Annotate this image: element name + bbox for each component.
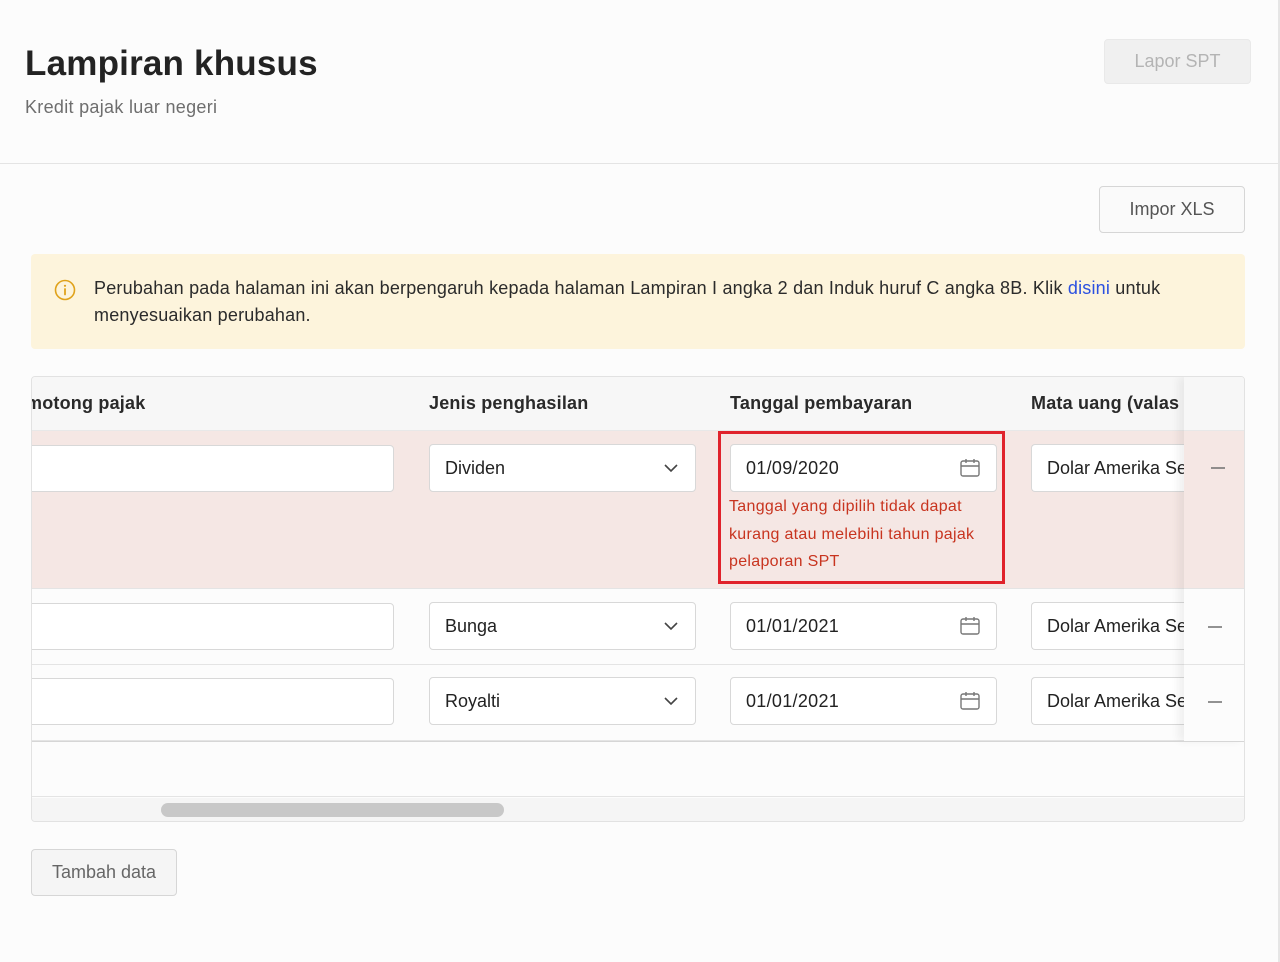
row-action-cell — [1184, 431, 1244, 589]
row-actions-header — [1184, 377, 1244, 431]
column-header-mata-uang: Mata uang (valas — [1031, 393, 1180, 413]
jenis-select[interactable]: Dividen — [429, 444, 696, 492]
page-title: Lampiran khusus — [25, 44, 318, 83]
column-header-jenis: Jenis penghasilan — [429, 393, 589, 413]
impor-xls-button[interactable]: Impor XLS — [1099, 186, 1245, 233]
tanggal-date-input[interactable]: 01/01/2021 — [730, 602, 997, 650]
tanggal-value: 01/01/2021 — [746, 616, 840, 636]
banner-message: Perubahan pada halaman ini akan berpenga… — [94, 275, 1204, 329]
pemotong-input[interactable] — [32, 678, 394, 725]
info-banner: Perubahan pada halaman ini akan berpenga… — [31, 254, 1245, 349]
pemotong-input[interactable] — [32, 603, 394, 650]
lapor-spt-button[interactable]: Lapor SPT — [1104, 39, 1251, 84]
mata-uang-value: Dolar Amerika Serikat — [1047, 458, 1201, 478]
tanggal-date-input[interactable]: 01/01/2021 — [730, 677, 997, 725]
calendar-icon[interactable] — [959, 615, 981, 637]
chevron-down-icon — [664, 622, 678, 631]
table-row: Dividen 01/09/2020 Dolar Amerika Serikat — [32, 431, 1244, 589]
jenis-value: Royalti — [445, 691, 501, 711]
info-icon — [54, 279, 76, 301]
table-row: Bunga 01/01/2021 Dolar Amerika Serikat — [32, 589, 1244, 665]
page-header: Lampiran khusus Kredit pajak luar negeri… — [0, 0, 1278, 164]
data-table: motong pajak Jenis penghasilan Tanggal p… — [31, 376, 1245, 822]
mata-uang-select[interactable]: Dolar Amerika Serikat — [1031, 602, 1201, 650]
chevron-down-icon — [664, 697, 678, 706]
jenis-value: Dividen — [445, 458, 506, 478]
remove-row-icon[interactable] — [1206, 618, 1224, 636]
remove-row-icon[interactable] — [1209, 459, 1227, 477]
table-row: Royalti 01/01/2021 Dolar Amerika Serikat — [32, 665, 1244, 741]
jenis-select[interactable]: Bunga — [429, 602, 696, 650]
mata-uang-select[interactable]: Dolar Amerika Serikat — [1031, 677, 1201, 725]
tanggal-value: 01/01/2021 — [746, 691, 840, 711]
banner-text-before: Perubahan pada halaman ini akan berpenga… — [94, 278, 1068, 298]
remove-row-icon[interactable] — [1206, 693, 1224, 711]
row-action-cell — [1184, 589, 1244, 665]
date-error-message: Tanggal yang dipilih tidak dapat kurang … — [729, 498, 975, 570]
scrollbar-thumb[interactable] — [161, 803, 504, 817]
mata-uang-value: Dolar Amerika Serikat — [1047, 616, 1201, 636]
mata-uang-value: Dolar Amerika Serikat — [1047, 691, 1201, 711]
tambah-data-button[interactable]: Tambah data — [31, 849, 177, 896]
row-action-cell — [1184, 665, 1244, 741]
table-footer — [32, 741, 1244, 797]
column-header-tanggal: Tanggal pembayaran — [730, 393, 913, 413]
table-header: motong pajak Jenis penghasilan Tanggal p… — [31, 377, 1244, 431]
jenis-select[interactable]: Royalti — [429, 677, 696, 725]
pemotong-input[interactable] — [32, 445, 394, 492]
page-subtitle: Kredit pajak luar negeri — [25, 97, 218, 117]
jenis-value: Bunga — [445, 616, 498, 636]
column-header-pemotong: motong pajak — [31, 393, 146, 413]
calendar-icon[interactable] — [959, 690, 981, 712]
chevron-down-icon — [664, 464, 678, 473]
mata-uang-select[interactable]: Dolar Amerika Serikat — [1031, 444, 1201, 492]
banner-link-disini[interactable]: disini — [1068, 278, 1110, 298]
row-actions-column — [1184, 377, 1244, 741]
